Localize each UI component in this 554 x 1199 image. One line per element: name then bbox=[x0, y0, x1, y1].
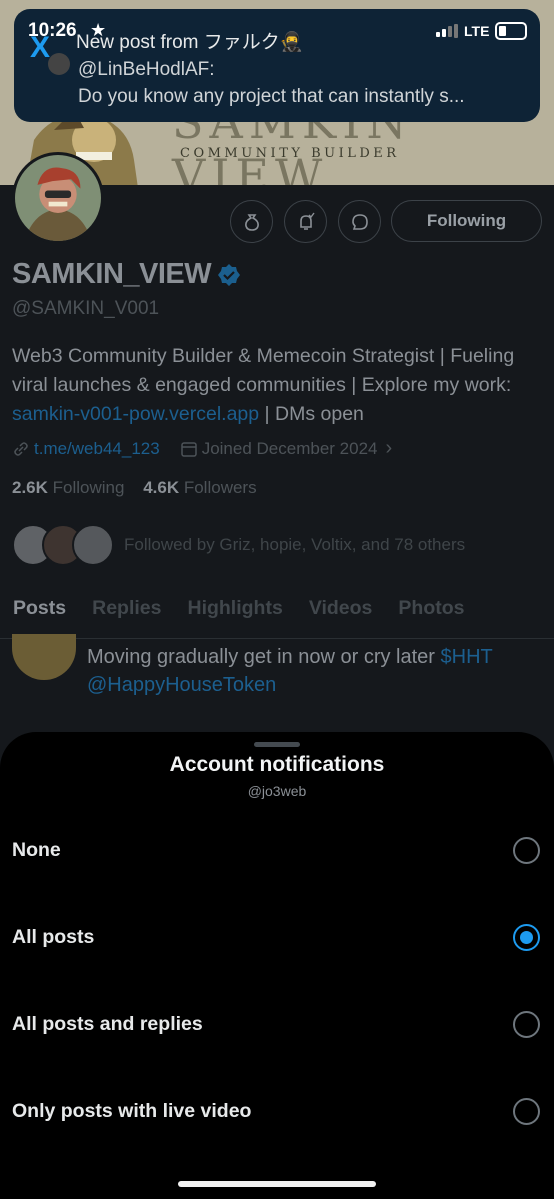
sheet-subtitle: @jo3web bbox=[247, 783, 307, 799]
post-text[interactable]: Moving gradually get in now or cry later… bbox=[87, 643, 547, 699]
verified-badge-icon bbox=[218, 263, 241, 286]
radio-button[interactable] bbox=[513, 1097, 540, 1125]
bell-check-icon bbox=[299, 212, 315, 230]
status-indicators: LTE bbox=[436, 22, 528, 40]
radio-button[interactable] bbox=[513, 1010, 540, 1038]
signal-bar bbox=[448, 26, 452, 37]
profile-handle: @SAMKIN_V001 bbox=[12, 298, 160, 319]
tab-highlights[interactable]: Highlights bbox=[174, 585, 295, 639]
post-author-avatar[interactable] bbox=[12, 634, 76, 680]
chevron-right-icon[interactable]: › bbox=[385, 437, 392, 460]
banner-subtitle: COMMUNITY BUILDER bbox=[180, 146, 400, 161]
location-star-icon: ★ bbox=[90, 20, 107, 40]
chat-bubble-icon bbox=[351, 213, 368, 230]
notification-handle: @LinBeHodlAF: bbox=[78, 59, 215, 80]
tab-posts[interactable]: Posts bbox=[0, 585, 79, 640]
network-label: LTE bbox=[464, 23, 490, 39]
bio-tail-text: | DMs open bbox=[259, 403, 364, 425]
profile-website-link[interactable]: t.me/web44_123 bbox=[34, 439, 160, 459]
radio-button[interactable] bbox=[513, 836, 540, 864]
followed-by-text: Followed by Griz, hopie, Voltix, and 78 … bbox=[124, 535, 466, 554]
following-count-link[interactable]: 2.6K Following bbox=[12, 478, 124, 497]
option-all-posts[interactable]: All posts bbox=[0, 902, 554, 972]
bio-website-link[interactable]: samkin-v001-pow.vercel.app bbox=[12, 403, 259, 425]
option-label: Only posts with live video bbox=[12, 1099, 252, 1122]
followed-by-row[interactable]: Followed by Griz, hopie, Voltix, and 78 … bbox=[12, 524, 465, 566]
profile-meta-row: t.me/web44_123 Joined December 2024 › bbox=[12, 437, 392, 460]
tab-replies[interactable]: Replies bbox=[79, 585, 174, 639]
signal-bar bbox=[442, 29, 446, 37]
money-bag-icon bbox=[244, 213, 259, 231]
link-icon bbox=[14, 441, 28, 456]
tab-photos[interactable]: Photos bbox=[385, 585, 477, 639]
follower-avatar bbox=[72, 524, 114, 566]
notifications-button[interactable] bbox=[284, 200, 327, 243]
account-notifications-sheet: Account notifications @jo3web None All p… bbox=[0, 732, 554, 1199]
sheet-drag-handle[interactable] bbox=[254, 742, 300, 747]
notification-title: New post from ファルク🥷 bbox=[76, 32, 304, 53]
profile-stats: 2.6K Following 4.6K Followers bbox=[12, 478, 257, 498]
post-cashtag[interactable]: $HHT bbox=[441, 646, 493, 668]
radio-button-selected[interactable] bbox=[513, 923, 540, 951]
notification-preview: Do you know any project that can instant… bbox=[78, 86, 465, 107]
following-button[interactable]: Following bbox=[391, 200, 542, 242]
tab-videos[interactable]: Videos bbox=[296, 585, 386, 639]
following-count: 2.6K bbox=[12, 478, 48, 497]
bio-text: Web3 Community Builder & Memecoin Strate… bbox=[12, 345, 515, 396]
post-mention[interactable]: @HappyHouseToken bbox=[87, 674, 276, 696]
battery-icon bbox=[495, 22, 528, 40]
followers-count: 4.6K bbox=[143, 478, 180, 497]
signal-bar bbox=[436, 32, 440, 37]
profile-joined-date: Joined December 2024 bbox=[201, 438, 378, 458]
home-indicator[interactable] bbox=[178, 1181, 376, 1187]
message-button[interactable] bbox=[338, 200, 381, 243]
option-label: All posts and replies bbox=[12, 1012, 203, 1035]
profile-avatar[interactable] bbox=[12, 152, 104, 244]
option-none[interactable]: None bbox=[0, 815, 554, 885]
option-label: All posts bbox=[12, 925, 95, 948]
profile-name-row: SAMKIN_VIEW bbox=[12, 258, 241, 291]
following-label: Following bbox=[47, 478, 125, 497]
sheet-title: Account notifications bbox=[169, 753, 385, 776]
post-body: Moving gradually get in now or cry later bbox=[87, 646, 441, 668]
calendar-icon bbox=[180, 441, 197, 457]
followers-label: Followers bbox=[179, 478, 257, 497]
profile-bio: Web3 Community Builder & Memecoin Strate… bbox=[12, 342, 547, 429]
option-all-posts-and-replies[interactable]: All posts and replies bbox=[0, 989, 554, 1059]
tip-button[interactable] bbox=[230, 200, 273, 243]
option-live-video-only[interactable]: Only posts with live video bbox=[0, 1076, 554, 1146]
notification-sender-avatar bbox=[48, 53, 70, 75]
profile-tabs: Posts Replies Highlights Videos Photos bbox=[0, 585, 554, 640]
signal-bar bbox=[454, 24, 458, 38]
status-time: 10:26 bbox=[28, 20, 77, 41]
option-label: None bbox=[12, 838, 61, 861]
profile-name: SAMKIN_VIEW bbox=[12, 258, 212, 290]
followers-count-link[interactable]: 4.6K Followers bbox=[143, 478, 256, 497]
